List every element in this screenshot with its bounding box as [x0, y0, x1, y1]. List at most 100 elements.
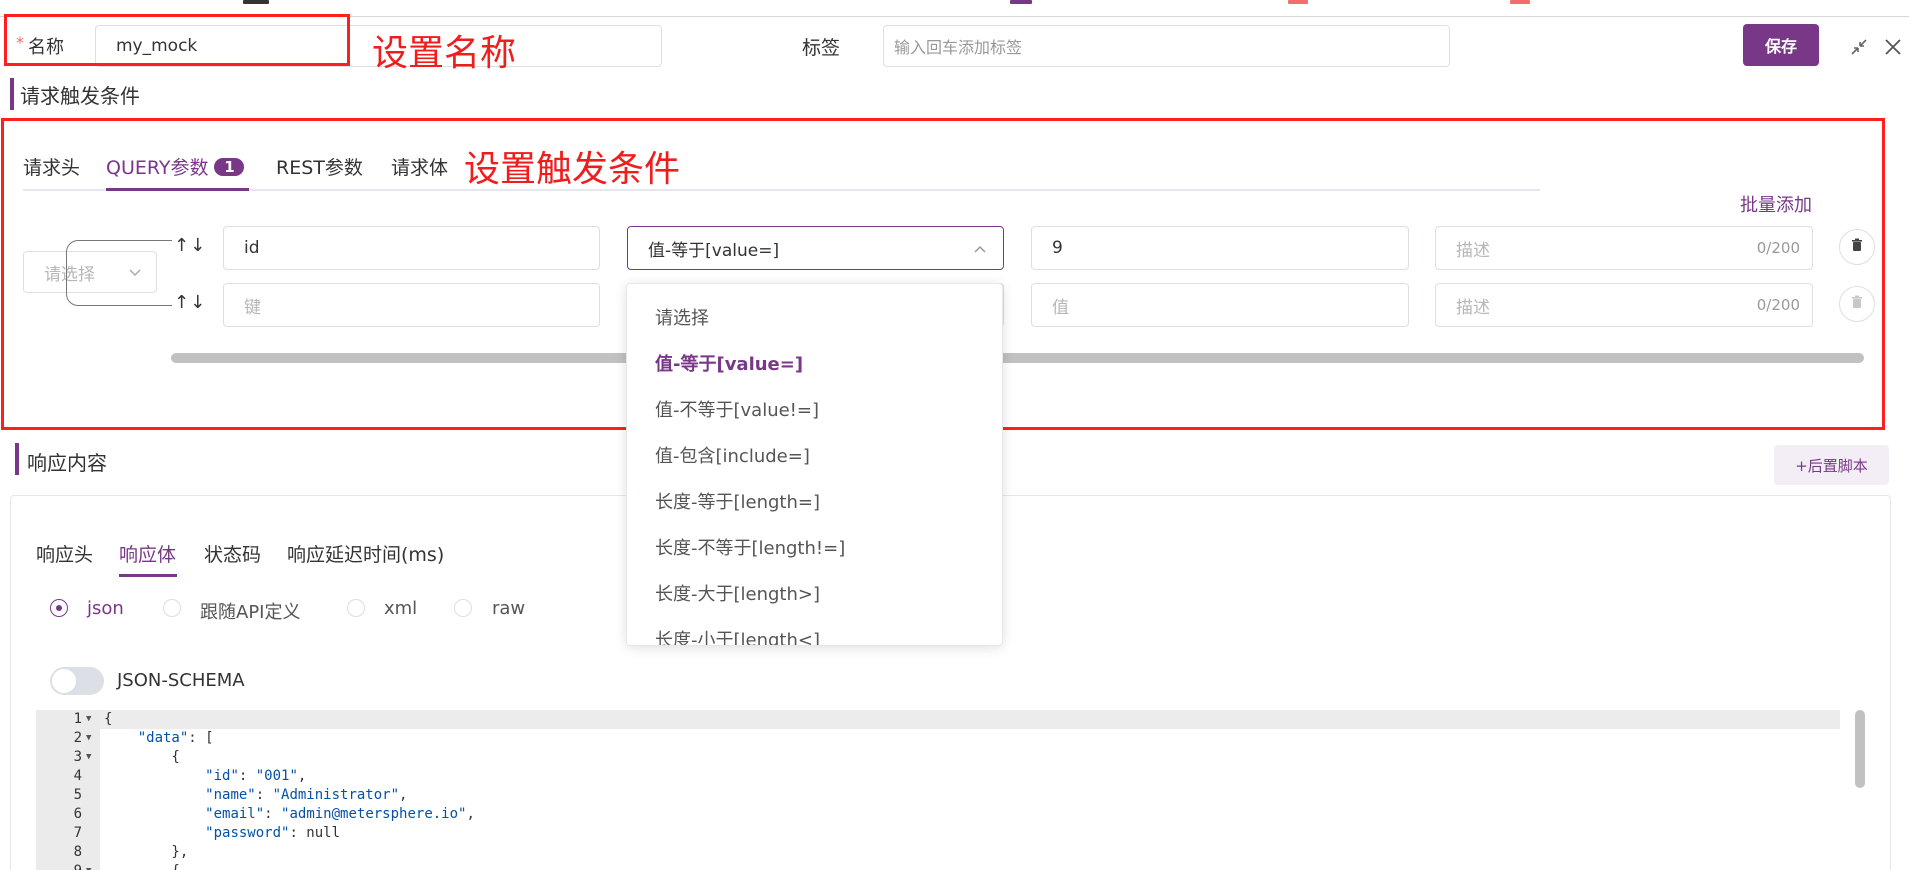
code-line: }, [104, 844, 189, 860]
section-accent-bar [15, 443, 19, 475]
value-input[interactable]: 值 [1031, 283, 1409, 327]
condition-dropdown: 请选择 值-等于[value=] 值-不等于[value!=] 值-包含[includ… [626, 283, 1003, 646]
post-script-button[interactable]: +后置脚本 [1774, 445, 1889, 485]
dropdown-option[interactable]: 值-不等于[value!=] [627, 388, 1002, 434]
trash-icon [1850, 238, 1864, 256]
line-number: 9 [36, 862, 82, 870]
radio-raw-label[interactable]: raw [492, 598, 525, 619]
tab-request-body[interactable]: 请求体 [391, 153, 448, 180]
radio-xml-label[interactable]: xml [384, 598, 417, 619]
tag-input[interactable]: 输入回车添加标签 [883, 25, 1450, 67]
active-tab-underline [106, 188, 249, 191]
dropdown-options: 请选择 值-等于[value=] 值-不等于[value!=] 值-包含[includ… [627, 296, 1002, 645]
dropdown-option[interactable]: 值-等于[value=] [627, 342, 1002, 388]
tab-status-code[interactable]: 状态码 [204, 540, 261, 567]
logic-bracket [66, 240, 172, 306]
description-input[interactable]: 描述 0/200 [1435, 226, 1813, 270]
char-counter: 0/200 [1756, 239, 1800, 257]
dropdown-option[interactable]: 长度-等于[length=] [627, 480, 1002, 526]
code-line: { [104, 711, 113, 727]
line-number: 7 [73, 825, 82, 841]
condition-value: 值-等于[value=] [648, 240, 780, 261]
top-icon-fragment [1010, 0, 1032, 4]
editor-scrollbar[interactable] [1855, 710, 1865, 788]
radio-follow-api-label[interactable]: 跟随API定义 [200, 598, 300, 624]
key-placeholder: 键 [244, 297, 261, 318]
top-icon-fragment [1510, 0, 1530, 4]
dropdown-option[interactable]: 值-包含[include=] [627, 434, 1002, 480]
value-input[interactable]: 9 [1031, 226, 1409, 270]
request-section-title: 请求触发条件 [20, 84, 140, 108]
arrow-down-icon[interactable]: ↓ [190, 292, 206, 313]
code-line: { [104, 749, 180, 765]
fold-arrow-icon[interactable]: ▼ [86, 748, 91, 767]
batch-add-link[interactable]: 批量添加 [1740, 191, 1812, 217]
save-button[interactable]: 保存 [1743, 24, 1819, 66]
line-number: 1 [73, 711, 82, 727]
close-icon[interactable] [1882, 37, 1904, 59]
key-input[interactable]: id [223, 226, 600, 270]
top-icon-fragment [243, 0, 269, 4]
key-value: id [244, 238, 260, 258]
dropdown-option[interactable]: 长度-不等于[length!=] [627, 526, 1002, 572]
line-number: 2 [73, 730, 82, 746]
arrow-down-icon[interactable]: ↓ [190, 235, 206, 256]
dropdown-option[interactable]: 请选择 [627, 296, 1002, 342]
json-schema-toggle[interactable] [50, 667, 104, 695]
line-number: 5 [73, 787, 82, 803]
json-schema-label: JSON-SCHEMA [117, 670, 245, 691]
code-line: "name": "Administrator", [205, 787, 408, 803]
tab-rest-params[interactable]: REST参数 [276, 153, 363, 180]
toggle-knob [52, 669, 76, 693]
reorder-arrows[interactable]: ↑↓ [174, 235, 206, 256]
char-counter: 0/200 [1756, 296, 1800, 314]
tab-request-header[interactable]: 请求头 [23, 153, 80, 180]
line-number: 8 [73, 844, 82, 860]
code-line: "id": "001", [205, 768, 307, 784]
tab-response-body[interactable]: 响应体 [119, 540, 176, 567]
annotation-box-name [4, 14, 350, 66]
tab-response-header[interactable]: 响应头 [36, 540, 93, 567]
reorder-arrows[interactable]: ↑↓ [174, 292, 206, 313]
arrow-up-icon[interactable]: ↑ [174, 235, 190, 256]
radio-follow-api[interactable] [163, 599, 181, 617]
tabs-divider [23, 189, 1540, 191]
annotation-set-condition: 设置触发条件 [464, 149, 681, 190]
radio-json[interactable] [50, 599, 68, 617]
response-section-title: 响应内容 [27, 451, 107, 475]
line-number: 6 [73, 806, 82, 822]
key-input[interactable]: 键 [223, 283, 600, 327]
radio-json-label[interactable]: json [87, 598, 124, 619]
code-editor[interactable]: 1 ▼{2 ▼ "data": [3 ▼ {4 "id": "001", 5 "name… [36, 710, 1856, 870]
fold-arrow-icon[interactable]: ▼ [86, 729, 91, 748]
fold-arrow-icon[interactable]: ▼ [86, 862, 91, 870]
radio-raw[interactable] [454, 599, 472, 617]
description-placeholder: 描述 [1456, 240, 1490, 261]
shrink-icon[interactable] [1848, 37, 1870, 59]
arrow-up-icon[interactable]: ↑ [174, 292, 190, 313]
chevron-up-icon [973, 241, 987, 261]
delete-row-button[interactable] [1839, 229, 1875, 265]
radio-xml[interactable] [347, 599, 365, 617]
active-line-highlight [100, 710, 1840, 729]
line-number: 3 [73, 749, 82, 765]
tag-input-placeholder: 输入回车添加标签 [894, 38, 1023, 57]
delete-row-button[interactable] [1839, 286, 1875, 322]
description-placeholder: 描述 [1456, 297, 1490, 318]
dropdown-option[interactable]: 长度-大于[length>] [627, 572, 1002, 618]
value-text: 9 [1052, 238, 1063, 258]
line-number: 4 [73, 768, 82, 784]
count-badge: 1 [214, 158, 245, 176]
mock-editor-page: * 名称 my_mock 设置名称 标签 输入回车添加标签 保存 请求触发条件 … [0, 0, 1909, 870]
horizontal-scrollbar[interactable] [171, 353, 1864, 363]
code-line: "email": "admin@metersphere.io", [205, 806, 475, 822]
fold-arrow-icon[interactable]: ▼ [86, 710, 91, 729]
value-placeholder: 值 [1052, 297, 1069, 318]
condition-select[interactable]: 值-等于[value=] [627, 226, 1004, 270]
dropdown-option[interactable]: 长度-小于[length<] [627, 618, 1002, 645]
trash-icon [1850, 295, 1864, 313]
tab-response-delay[interactable]: 响应延迟时间(ms) [287, 540, 444, 567]
description-input[interactable]: 描述 0/200 [1435, 283, 1813, 327]
code-line: "password": null [205, 825, 341, 841]
tab-query-params[interactable]: QUERY参数 1 [106, 153, 245, 180]
